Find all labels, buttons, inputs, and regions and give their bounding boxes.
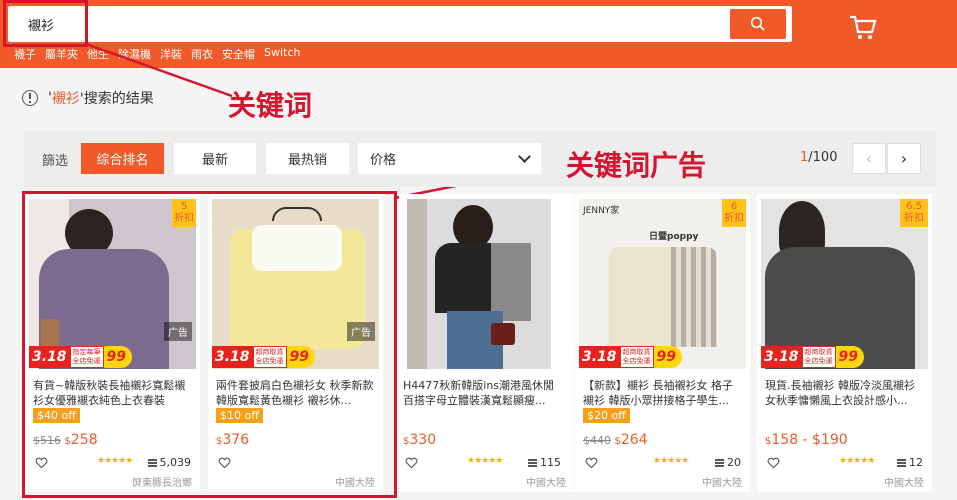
promo-text: 超商取貨 全店免運 <box>801 346 836 368</box>
filter-bar: 篩选 综合排名 最新 最热销 价格 1/100 ‹ › <box>24 131 936 187</box>
filter-label: 篩选 <box>42 154 69 169</box>
sold-count: 115 <box>528 456 561 469</box>
result-suffix: '搜索的结果 <box>79 91 154 107</box>
rating-stars: ★★★★★ <box>839 456 875 466</box>
heart-icon[interactable] <box>405 457 418 469</box>
sale-price-value: 158 - $190 <box>771 432 848 448</box>
hot-word[interactable]: 屬羊夾 <box>45 46 78 62</box>
product-title[interactable]: H4477秋新韓版ins潮港風休閒百搭字母立體裝漢寬鬆顯瘦... <box>403 378 563 408</box>
result-keyword: 襯衫 <box>51 91 80 107</box>
promo-line2: 全店免運 <box>622 357 651 365</box>
keyword-highlight-box <box>3 0 88 47</box>
page-indicator: 1/100 <box>800 150 837 165</box>
product-image[interactable]: 6.5 折扣 3.18 超商取貨 全店免運 99 <box>761 199 928 369</box>
sold-value: 20 <box>727 456 741 469</box>
product-image[interactable] <box>407 199 551 369</box>
sale-price: $158 - $190 <box>765 432 848 448</box>
original-price: $440 <box>583 434 611 447</box>
info-icon <box>22 90 38 106</box>
product-meta: ★★★★★ 20 <box>583 456 743 470</box>
sort-top-sales-button[interactable]: 最热销 <box>266 143 349 174</box>
promo-line1: 超商取貨 <box>622 348 651 356</box>
sold-icon <box>897 459 906 467</box>
hot-word[interactable]: 雨衣 <box>191 46 213 62</box>
product-card[interactable]: H4477秋新韓版ins潮港風休閒百搭字母立體裝漢寬鬆顯瘦... $330 ★★… <box>399 194 574 492</box>
heart-icon[interactable] <box>767 457 780 469</box>
rating-stars: ★★★★★ <box>467 456 503 466</box>
price-row: $330 <box>403 432 436 448</box>
product-meta: ★★★★★ 12 <box>765 456 925 470</box>
promo-strip: 3.18 超商取貨 全店免運 99 <box>761 345 928 369</box>
product-title[interactable]: 現貨.長袖襯衫 韓版冷淡風襯衫女秋季慵懶風上衣設計感小... <box>765 378 925 408</box>
hot-word[interactable]: 他生 <box>87 46 109 62</box>
sold-count: 20 <box>715 456 741 469</box>
sale-price: $330 <box>403 432 437 448</box>
location: 中國大陸 <box>526 478 566 489</box>
next-page-button[interactable]: › <box>887 143 921 174</box>
chevron-left-icon: ‹ <box>865 149 873 168</box>
hot-word[interactable]: 除濕機 <box>118 46 151 62</box>
hot-word[interactable]: Switch <box>264 46 300 62</box>
search-box[interactable]: 襯衫 <box>8 6 792 42</box>
search-button[interactable] <box>730 9 786 39</box>
brand-text: 日暨poppy <box>649 232 699 242</box>
location: 中國大陸 <box>884 478 924 489</box>
coupon-tag: $20 off <box>583 408 630 423</box>
promo-number: 99 <box>835 346 865 368</box>
product-image[interactable]: JENNY家 日暨poppy 6 折扣 3.18 超商取貨 全店免運 99 <box>579 199 746 369</box>
promo-line1: 超商取貨 <box>804 348 833 356</box>
promo-tag: 3.18 <box>579 346 620 368</box>
sold-icon <box>528 459 537 467</box>
sort-relevance-button[interactable]: 综合排名 <box>81 143 164 174</box>
hot-word[interactable]: 洋裝 <box>160 46 182 62</box>
page-total: /100 <box>808 150 838 165</box>
discount-value: 6 <box>730 201 738 212</box>
product-card[interactable]: JENNY家 日暨poppy 6 折扣 3.18 超商取貨 全店免運 99 【新款】… <box>575 194 750 492</box>
search-icon <box>750 16 765 31</box>
price-select-label: 价格 <box>370 153 397 168</box>
discount-badge: 6 折扣 <box>722 199 746 227</box>
sold-icon <box>715 459 724 467</box>
sold-value: 12 <box>909 456 923 469</box>
brand-text: JENNY家 <box>583 206 620 216</box>
discount-badge: 6.5 折扣 <box>900 199 928 227</box>
product-meta: ★★★★★ 115 <box>403 456 563 470</box>
sort-latest-button[interactable]: 最新 <box>174 143 256 174</box>
product-card[interactable]: 6.5 折扣 3.18 超商取貨 全店免運 99 現貨.長袖襯衫 韓版冷淡風襯衫女秋… <box>757 194 932 492</box>
hot-word[interactable]: 安全帽 <box>222 46 255 62</box>
sold-value: 115 <box>540 456 561 469</box>
sale-price: $264 <box>614 432 648 448</box>
hot-words: 襪子 屬羊夾 他生 除濕機 洋裝 雨衣 安全帽 Switch <box>14 46 300 62</box>
promo-tag: 3.18 <box>761 346 802 368</box>
promo-number: 99 <box>653 346 683 368</box>
sale-price-value: 264 <box>620 432 648 448</box>
price-row: $440 $264 <box>583 432 648 448</box>
discount-label: 折扣 <box>724 213 744 224</box>
heart-icon[interactable] <box>585 457 598 469</box>
keyword-ad-highlight-box <box>22 191 397 498</box>
promo-strip: 3.18 超商取貨 全店免運 99 <box>579 345 746 369</box>
location: 中國大陸 <box>702 478 742 489</box>
promo-line2: 全店免運 <box>804 357 833 365</box>
price-row: $158 - $190 <box>765 432 848 448</box>
discount-label: 折扣 <box>904 213 924 224</box>
price-select[interactable]: 价格 <box>358 143 541 174</box>
chevron-down-icon <box>518 150 531 163</box>
chevron-right-icon: › <box>900 149 908 168</box>
keyword-ad-annotation: 关键词广告 <box>566 149 707 182</box>
sold-count: 12 <box>897 456 923 469</box>
cart-icon[interactable] <box>848 14 878 42</box>
discount-value: 6.5 <box>906 201 922 212</box>
search-result-line: ' 襯衫 '搜索的结果 <box>22 88 154 108</box>
header-bar: 襯衫 襪子 屬羊夾 他生 除濕機 洋裝 雨衣 安全帽 Switch <box>0 0 957 68</box>
prev-page-button[interactable]: ‹ <box>852 143 886 174</box>
rating-stars: ★★★★★ <box>653 456 689 466</box>
hot-word[interactable]: 襪子 <box>14 46 36 62</box>
keyword-annotation: 关键词 <box>228 89 313 122</box>
product-title[interactable]: 【新款】襯衫 長袖襯衫女 格子襯衫 韓版小眾拼接格子學生... <box>583 378 743 408</box>
promo-text: 超商取貨 全店免運 <box>619 346 654 368</box>
sale-price-value: 330 <box>409 432 437 448</box>
